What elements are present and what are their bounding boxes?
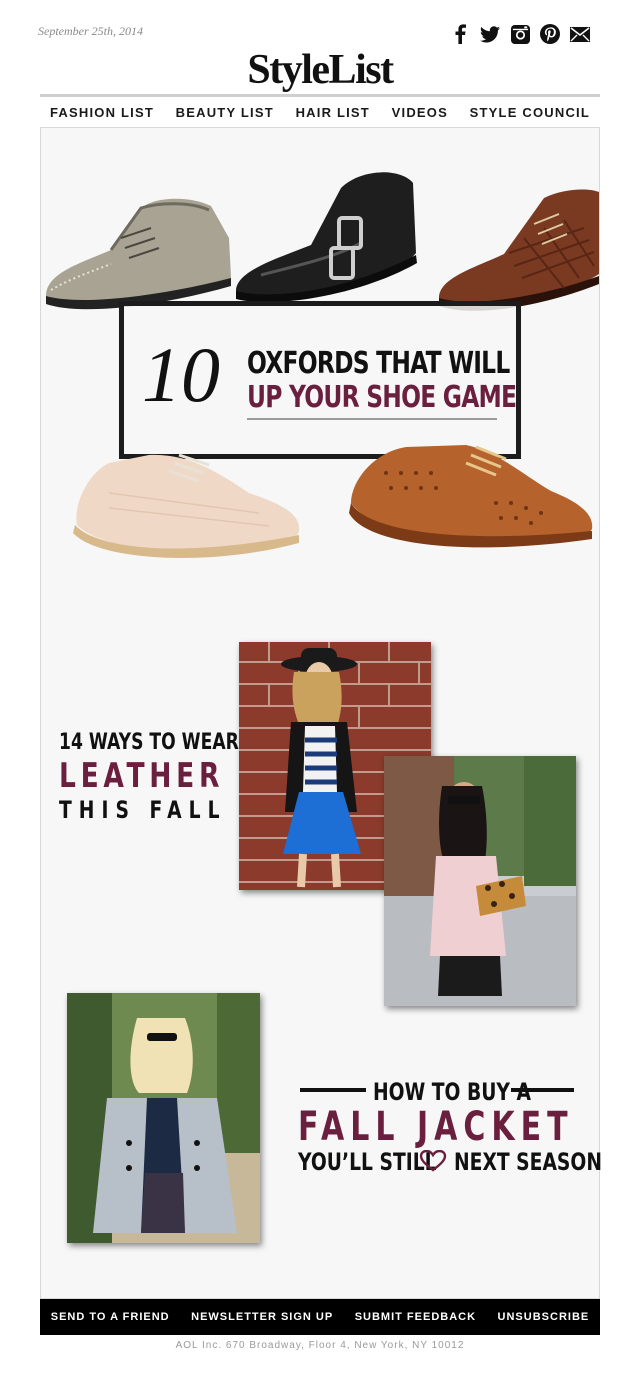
nav-videos[interactable]: VIDEOS bbox=[382, 105, 458, 120]
leather-title-line-1: 14 WAYS TO WEAR bbox=[59, 730, 239, 755]
blush-woven-oxford[interactable] bbox=[69, 433, 309, 563]
nav-fashion-list[interactable]: FASHION LIST bbox=[40, 105, 164, 120]
pinterest-icon[interactable] bbox=[540, 24, 560, 44]
footer-links-bar: SEND TO A FRIEND NEWSLETTER SIGN UP SUBM… bbox=[40, 1299, 600, 1335]
submit-feedback-link[interactable]: SUBMIT FEEDBACK bbox=[355, 1311, 476, 1323]
header-divider bbox=[40, 94, 600, 97]
social-links bbox=[450, 24, 590, 44]
black-buckle-oxford[interactable] bbox=[231, 163, 421, 313]
nav-beauty-list[interactable]: BEAUTY LIST bbox=[166, 105, 284, 120]
fall-jacket-photo[interactable] bbox=[67, 993, 260, 1243]
unsubscribe-link[interactable]: UNSUBSCRIBE bbox=[498, 1311, 590, 1323]
company-address: AOL Inc. 670 Broadway, Floor 4, New York… bbox=[175, 1340, 465, 1351]
facebook-icon[interactable] bbox=[450, 24, 470, 44]
jacket-title-rule-left bbox=[300, 1088, 366, 1092]
nav-hair-list[interactable]: HAIR LIST bbox=[286, 105, 380, 120]
stylelist-logo[interactable]: StyleList bbox=[0, 46, 640, 94]
hero-title-line-1: OXFORDS THAT WILL bbox=[247, 346, 510, 381]
jacket-title-line-3b: NEXT SEASON bbox=[454, 1148, 603, 1176]
hero-number: 10 bbox=[142, 331, 220, 418]
nav-style-council[interactable]: STYLE COUNCIL bbox=[460, 105, 600, 120]
send-to-friend-link[interactable]: SEND TO A FRIEND bbox=[51, 1311, 170, 1323]
jacket-title-line-1: HOW TO BUY A bbox=[373, 1078, 531, 1106]
leather-title-line-3: THIS FALL bbox=[59, 796, 227, 824]
jacket-title-line-2: FALL JACKET bbox=[298, 1104, 574, 1150]
newsletter-content: 10 OXFORDS THAT WILL UP YOUR SHOE GAME 1… bbox=[40, 127, 603, 1299]
email-date: September 25th, 2014 bbox=[38, 24, 143, 38]
hero-title-line-2: UP YOUR SHOE GAME bbox=[247, 380, 517, 415]
hero-underline bbox=[247, 418, 497, 420]
leather-title-line-2: LEATHER bbox=[59, 756, 225, 796]
jacket-title-line-3a: YOU’LL STILL bbox=[298, 1148, 437, 1176]
tan-perforated-oxford[interactable] bbox=[346, 433, 596, 558]
twitter-icon[interactable] bbox=[480, 24, 500, 44]
main-nav: FASHION LIST BEAUTY LIST HAIR LIST VIDEO… bbox=[40, 100, 600, 124]
silver-wingtip-oxford[interactable] bbox=[41, 178, 236, 318]
heart-icon bbox=[419, 1150, 447, 1172]
instagram-icon[interactable] bbox=[510, 24, 530, 44]
mail-icon[interactable] bbox=[570, 24, 590, 44]
newsletter-signup-link[interactable]: NEWSLETTER SIGN UP bbox=[191, 1311, 333, 1323]
leather-look-photo-2[interactable] bbox=[384, 756, 576, 1006]
